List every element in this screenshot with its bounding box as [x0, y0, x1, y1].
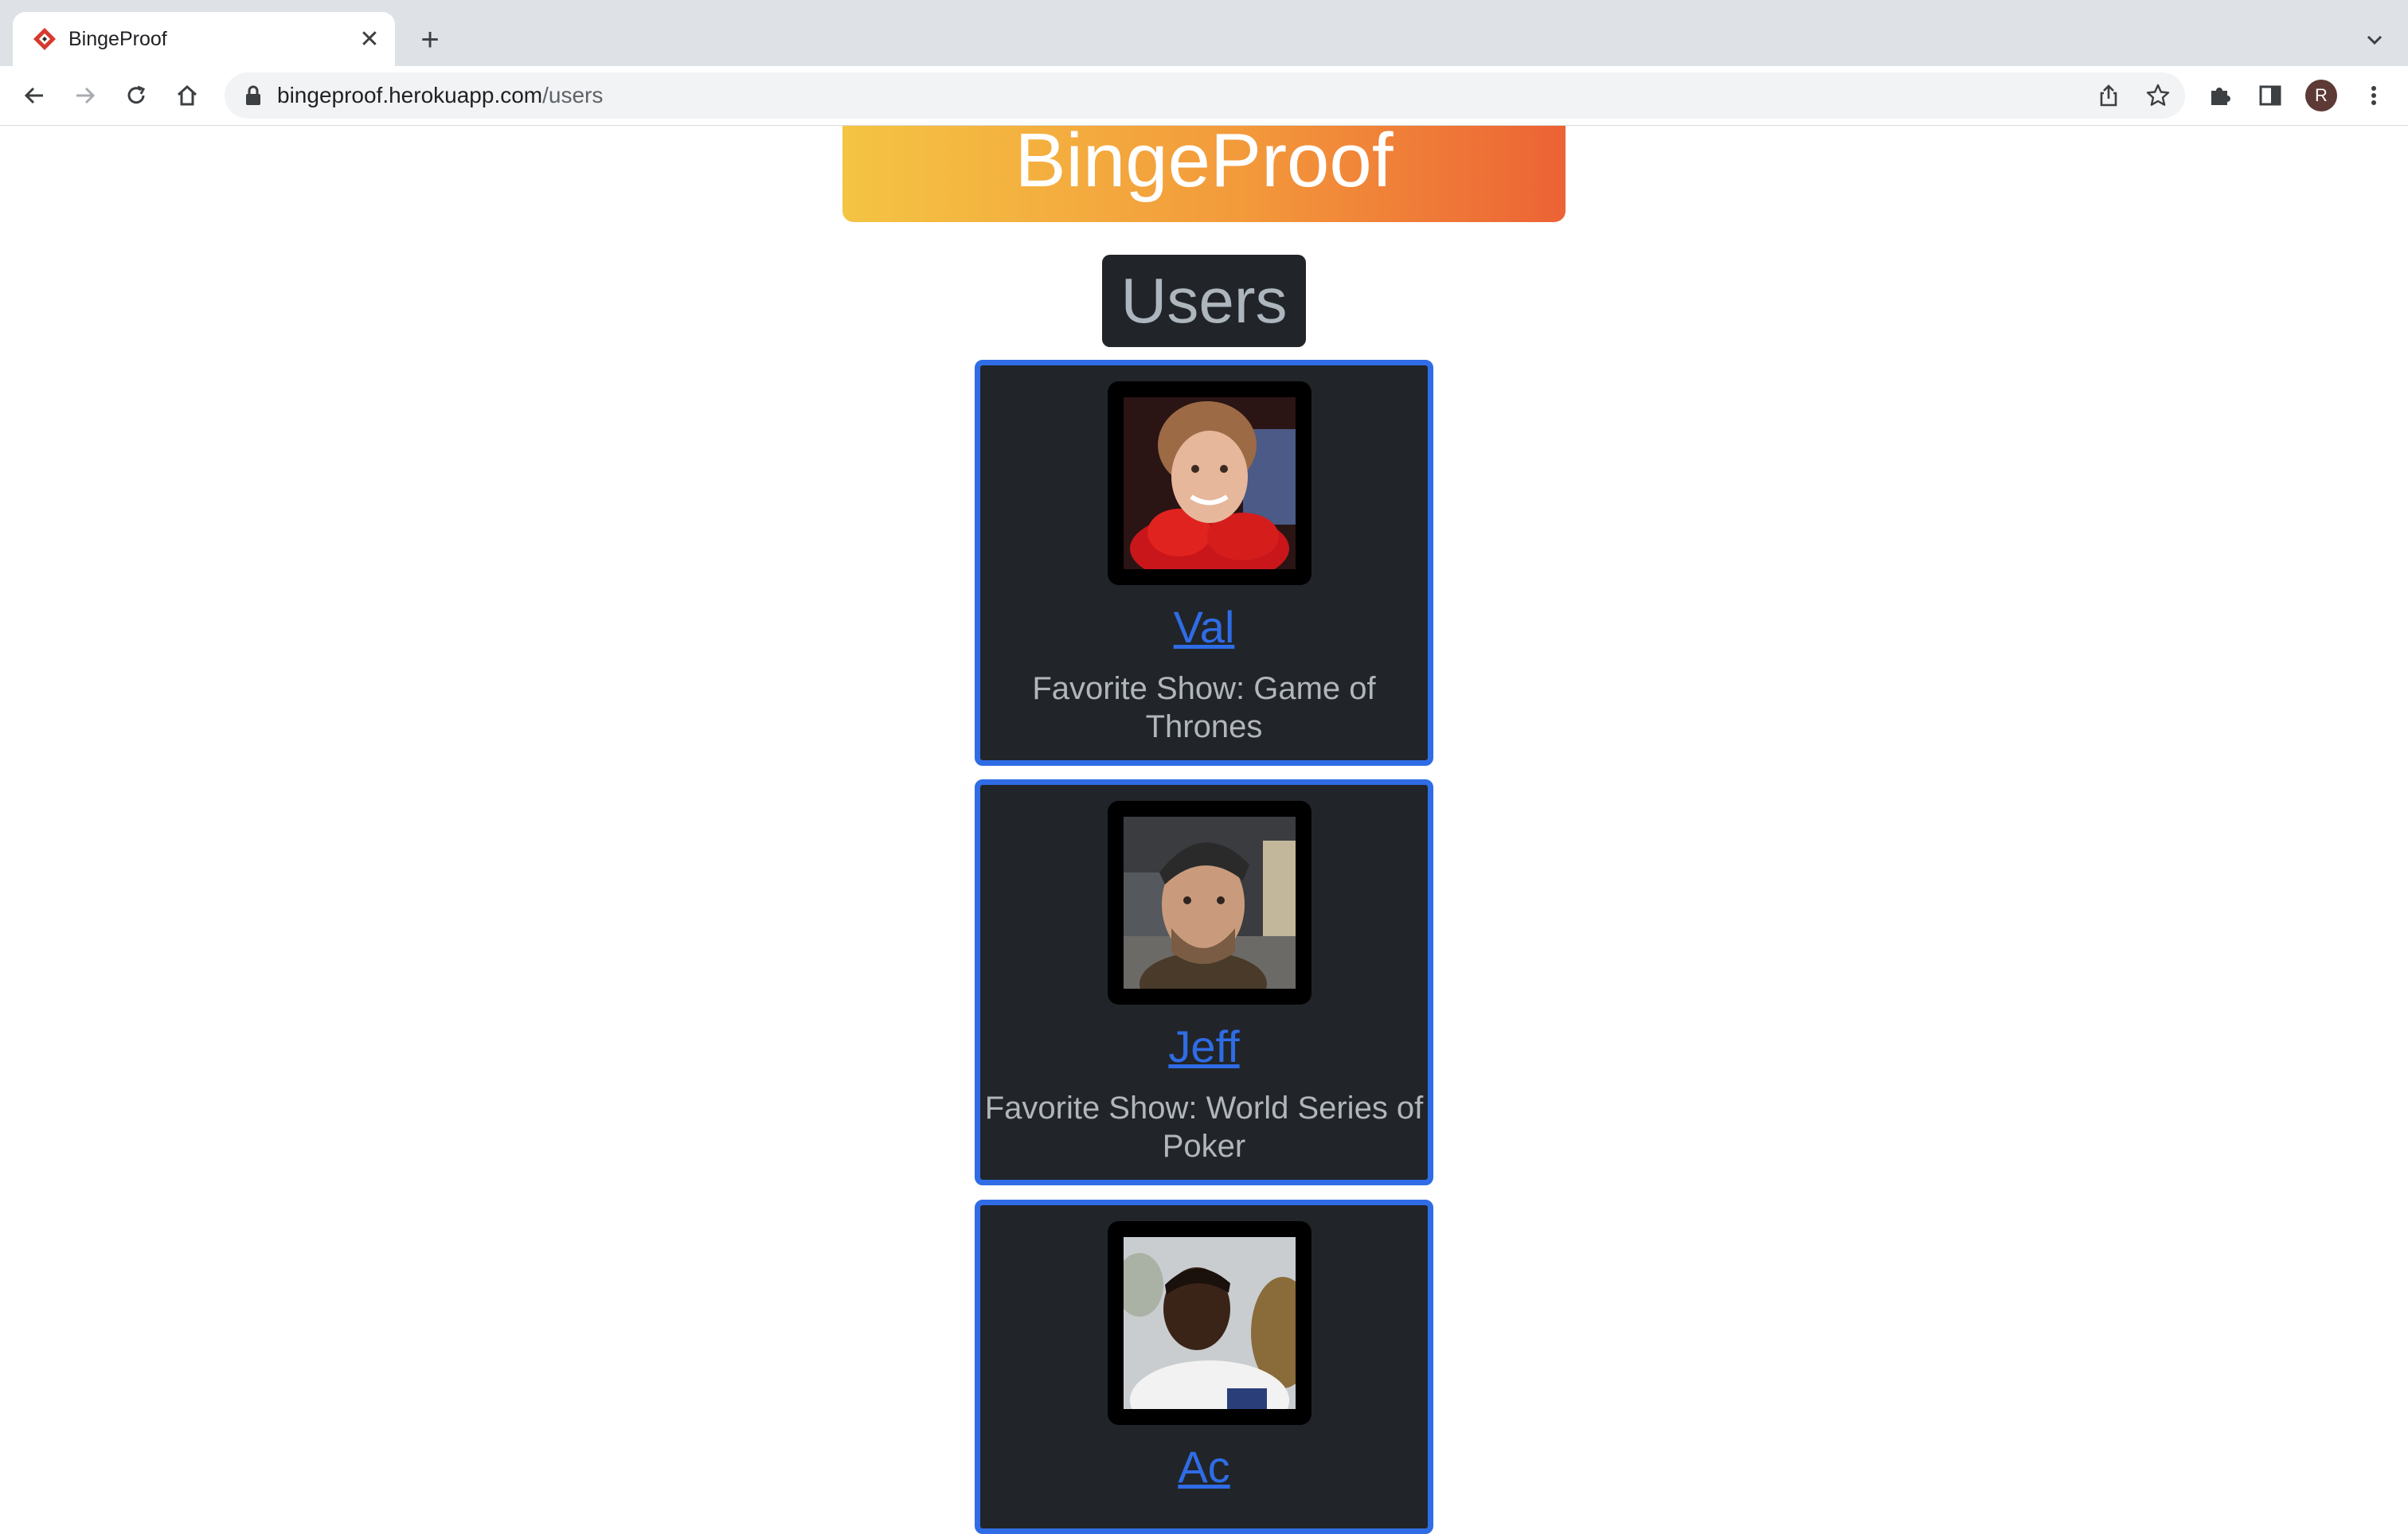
- back-icon[interactable]: [18, 79, 51, 112]
- user-card: Val Favorite Show: Game of Thrones: [975, 360, 1433, 766]
- close-tab-icon[interactable]: ✕: [355, 25, 384, 53]
- side-panel-icon[interactable]: [2254, 79, 2287, 112]
- url-text: bingeproof.herokuapp.com/users: [277, 83, 603, 108]
- user-avatar: [1108, 1221, 1312, 1425]
- profile-avatar[interactable]: R: [2305, 80, 2337, 111]
- tab-search-chevron-icon[interactable]: [2359, 24, 2390, 56]
- new-tab-icon[interactable]: +: [412, 22, 448, 57]
- user-avatar: [1108, 381, 1312, 585]
- bingeproof-favicon-icon: [33, 28, 56, 50]
- user-avatar: [1108, 801, 1312, 1005]
- home-icon[interactable]: [170, 79, 204, 112]
- address-bar[interactable]: bingeproof.herokuapp.com/users: [225, 72, 2185, 119]
- browser-tab[interactable]: BingeProof ✕: [13, 12, 395, 66]
- browser-toolbar: bingeproof.herokuapp.com/users: [0, 66, 2408, 126]
- user-favorite-show: Favorite Show: World Series of Poker: [984, 1091, 1424, 1164]
- user-photo-ac: [1124, 1237, 1296, 1409]
- extensions-puzzle-icon[interactable]: [2203, 79, 2236, 112]
- site-title: BingeProof: [1014, 126, 1394, 203]
- page-title: Users: [1102, 255, 1306, 347]
- user-name-link[interactable]: Val: [980, 601, 1428, 654]
- browser-tab-bar: BingeProof ✕ +: [0, 0, 2408, 66]
- lock-icon[interactable]: [244, 85, 263, 106]
- site-header-banner: BingeProof: [842, 126, 1566, 222]
- user-card: Jeff Favorite Show: World Series of Poke…: [975, 779, 1433, 1185]
- forward-icon[interactable]: [68, 79, 102, 112]
- url-path: /users: [542, 83, 604, 107]
- user-favorite-show: Favorite Show: Game of Thrones: [1032, 671, 1376, 744]
- user-name-link[interactable]: Ac: [980, 1441, 1428, 1493]
- url-host: bingeproof.herokuapp.com: [277, 83, 543, 107]
- user-card: Ac: [975, 1200, 1433, 1534]
- user-photo-jeff: [1124, 817, 1296, 989]
- reload-icon[interactable]: [119, 79, 153, 112]
- tab-title: BingeProof: [68, 28, 167, 50]
- browser-menu-kebab-icon[interactable]: [2357, 79, 2390, 112]
- bookmark-star-icon[interactable]: [2145, 83, 2171, 108]
- user-name-link[interactable]: Jeff: [980, 1021, 1428, 1073]
- share-icon[interactable]: [2096, 83, 2121, 108]
- user-photo-val: [1124, 397, 1296, 569]
